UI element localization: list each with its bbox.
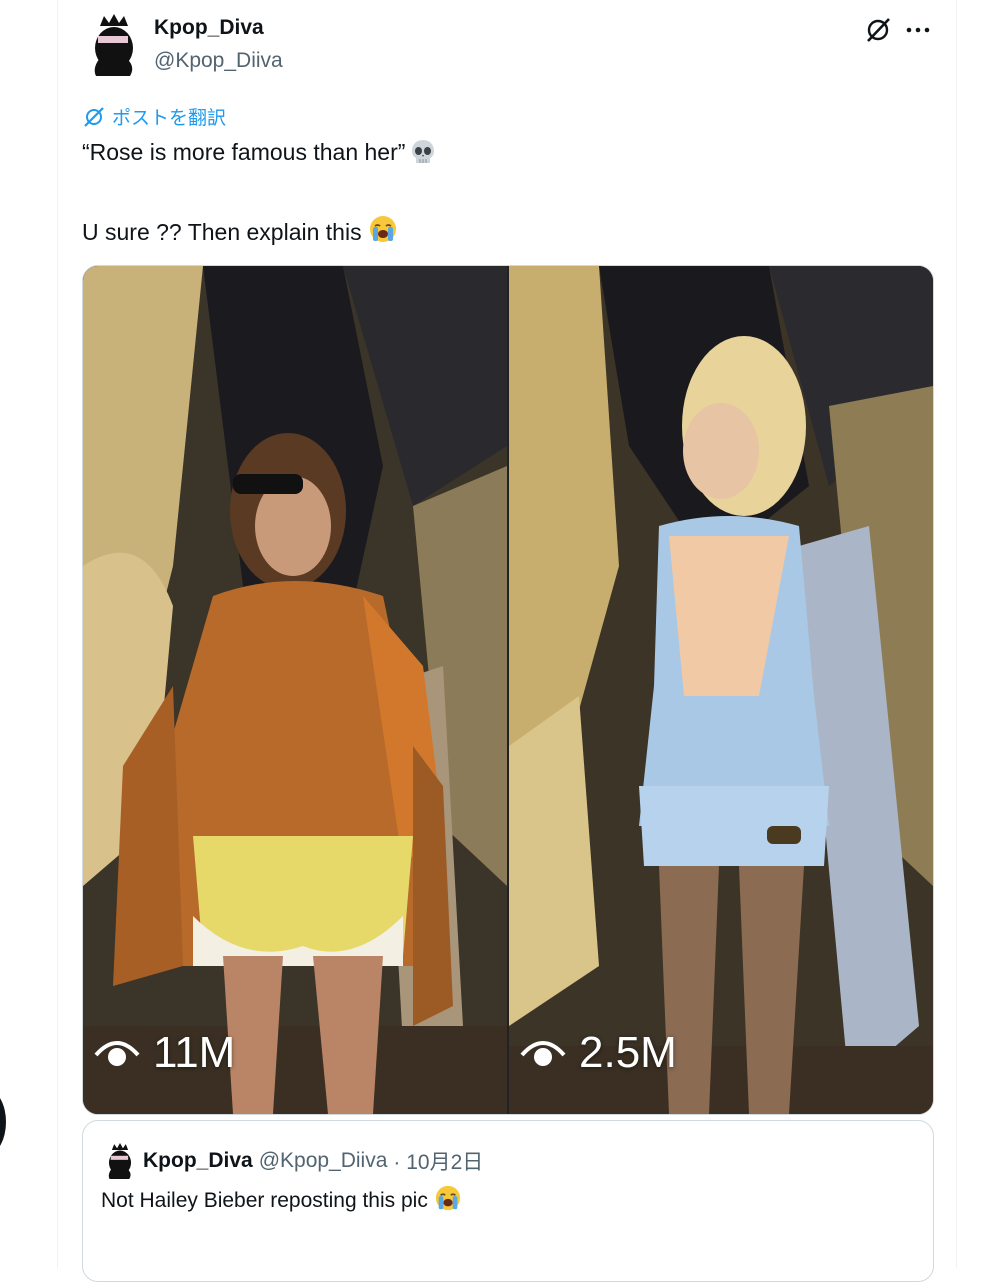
photo-right[interactable]: 2.5M <box>509 266 933 1114</box>
quoted-author-name[interactable]: Kpop_Diva <box>143 1149 253 1173</box>
quoted-tweet-header: Kpop_Diva @Kpop_Diiva · 10月2日 <box>105 1143 483 1179</box>
tweet-line1-text: “Rose is more famous than her” <box>82 138 406 165</box>
quoted-text-line: Not Hailey Bieber reposting this pic <box>101 1184 462 1218</box>
author-handle[interactable]: @Kpop_Diiva <box>154 49 283 73</box>
eye-icon <box>94 1041 140 1066</box>
tweet-line2-text: U sure ?? Then explain this <box>82 218 362 245</box>
left-edge-button[interactable] <box>0 1090 6 1154</box>
quoted-tweet[interactable]: Kpop_Diva @Kpop_Diiva · 10月2日 Not Hailey… <box>82 1120 934 1282</box>
quoted-text: Not Hailey Bieber reposting this pic <box>101 1189 428 1212</box>
left-views-label: 11M <box>153 1028 236 1077</box>
tweet-media[interactable]: 11M 2.5M <box>82 265 934 1115</box>
photo-left[interactable]: 11M <box>83 266 507 1114</box>
author-avatar[interactable] <box>90 14 138 76</box>
translate-link[interactable]: ポストを翻訳 <box>82 103 226 130</box>
tweet-text-line-1: “Rose is more famous than her” <box>82 138 437 166</box>
quoted-author-handle[interactable]: @Kpop_Diiva <box>259 1149 388 1173</box>
translate-label: ポストを翻訳 <box>112 108 227 129</box>
right-views-counter: 2.5M <box>519 1028 677 1078</box>
left-views-counter: 11M <box>93 1028 235 1078</box>
skull-emoji-icon <box>409 138 437 166</box>
right-views-label: 2.5M <box>579 1028 677 1077</box>
quoted-author-avatar[interactable] <box>105 1143 135 1179</box>
quoted-date[interactable]: · 10月2日 <box>393 1146 483 1176</box>
author-name[interactable]: Kpop_Diva <box>154 16 264 40</box>
more-icon[interactable] <box>904 16 932 44</box>
crying-emoji-icon <box>368 214 398 250</box>
tweet-text-line-2: U sure ?? Then explain this <box>82 214 398 250</box>
crying-emoji-icon <box>434 1184 462 1218</box>
eye-icon <box>520 1041 566 1066</box>
translate-icon <box>84 106 104 127</box>
grok-icon[interactable] <box>864 16 892 44</box>
